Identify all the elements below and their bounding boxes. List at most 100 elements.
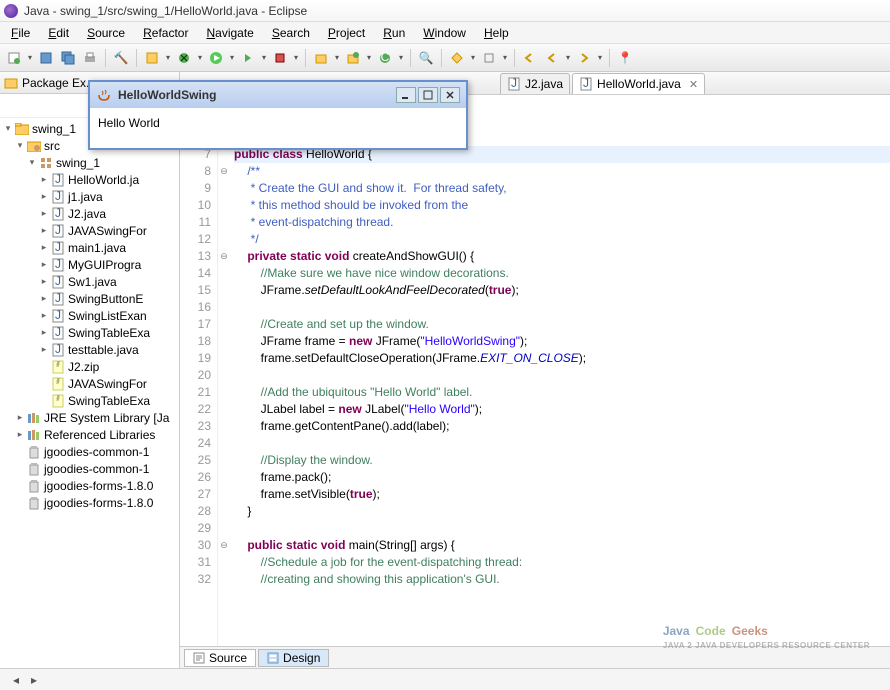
dropdown-icon[interactable]: ▾	[196, 53, 204, 62]
tree-twist-icon[interactable]: ▸	[38, 276, 50, 287]
last-edit-button[interactable]	[520, 48, 540, 68]
menu-help[interactable]: Help	[475, 26, 518, 40]
tree-item[interactable]: JAVASwingFor	[0, 375, 179, 392]
menu-refactor[interactable]: Refactor	[134, 26, 197, 40]
tree-twist-icon[interactable]: ▸	[38, 327, 50, 338]
tree-item[interactable]: ▸JJ2.java	[0, 205, 179, 222]
menu-edit[interactable]: Edit	[39, 26, 78, 40]
dropdown-icon[interactable]: ▾	[164, 53, 172, 62]
build-button[interactable]: 🔨	[111, 48, 131, 68]
tree-twist-icon[interactable]: ▸	[38, 259, 50, 270]
tree-item[interactable]: ▸JSwingButtonE	[0, 290, 179, 307]
show-list-button[interactable]: ◂	[8, 672, 24, 688]
tree-item[interactable]: ▸JHelloWorld.ja	[0, 171, 179, 188]
project-tree[interactable]: ▾swing_1▾src▾swing_1▸JHelloWorld.ja▸Jj1.…	[0, 118, 179, 668]
dropdown-icon[interactable]: ▾	[469, 53, 477, 62]
new-package-button[interactable]	[343, 48, 363, 68]
swing-titlebar[interactable]: HelloWorldSwing	[90, 82, 466, 108]
svg-text:J: J	[55, 241, 61, 254]
library-icon	[26, 428, 42, 442]
tree-item[interactable]: ▸JJAVASwingFor	[0, 222, 179, 239]
tree-item[interactable]: ▸Jj1.java	[0, 188, 179, 205]
dropdown-icon[interactable]: ▾	[397, 53, 405, 62]
tree-twist-icon[interactable]: ▸	[38, 242, 50, 253]
tree-item[interactable]: ▸Jtesttable.java	[0, 341, 179, 358]
bottom-tab-design[interactable]: Design	[258, 649, 329, 667]
menu-file[interactable]: File	[2, 26, 39, 40]
run-last-button[interactable]	[238, 48, 258, 68]
tree-item[interactable]: jgoodies-common-1	[0, 460, 179, 477]
close-icon[interactable]: ✕	[689, 78, 698, 91]
tree-item[interactable]: ▸Referenced Libraries	[0, 426, 179, 443]
tree-item[interactable]: jgoodies-forms-1.8.0	[0, 494, 179, 511]
dropdown-icon[interactable]: ▾	[365, 53, 373, 62]
save-button[interactable]	[36, 48, 56, 68]
tree-item[interactable]: ▸JMyGUIProgra	[0, 256, 179, 273]
tree-twist-icon[interactable]: ▸	[14, 429, 26, 440]
menu-search[interactable]: Search	[263, 26, 319, 40]
external-tools-button[interactable]	[270, 48, 290, 68]
fold-gutter[interactable]: ⊖⊖⊖	[218, 95, 230, 646]
new-class-button[interactable]: C	[375, 48, 395, 68]
editor-tab[interactable]: JJ2.java	[500, 73, 570, 94]
close-button[interactable]	[440, 87, 460, 103]
open-type-button[interactable]	[142, 48, 162, 68]
tree-twist-icon[interactable]: ▸	[38, 174, 50, 185]
toggle-mark-button[interactable]	[447, 48, 467, 68]
run-button[interactable]	[206, 48, 226, 68]
new-button[interactable]	[4, 48, 24, 68]
dropdown-icon[interactable]: ▾	[228, 53, 236, 62]
dropdown-icon[interactable]: ▾	[564, 53, 572, 62]
tree-twist-icon[interactable]: ▸	[38, 344, 50, 355]
menu-navigate[interactable]: Navigate	[197, 26, 262, 40]
tree-twist-icon[interactable]: ▸	[38, 293, 50, 304]
dropdown-icon[interactable]: ▾	[501, 53, 509, 62]
tree-item[interactable]: ▸Jmain1.java	[0, 239, 179, 256]
maximize-button[interactable]	[418, 87, 438, 103]
bottom-tab-source[interactable]: Source	[184, 649, 256, 667]
code-content[interactable]: import javax.swing.*;public class HelloW…	[230, 95, 890, 646]
forward-button[interactable]	[574, 48, 594, 68]
pin-button[interactable]: 📍	[615, 48, 635, 68]
tree-item-label: Sw1.java	[68, 275, 117, 289]
tree-twist-icon[interactable]: ▸	[38, 225, 50, 236]
menu-project[interactable]: Project	[319, 26, 374, 40]
menu-window[interactable]: Window	[414, 26, 475, 40]
debug-button[interactable]	[174, 48, 194, 68]
iconify-button[interactable]	[396, 87, 416, 103]
search-button[interactable]: 🔍	[416, 48, 436, 68]
dropdown-icon[interactable]: ▾	[292, 53, 300, 62]
tree-twist-icon[interactable]: ▸	[14, 412, 26, 423]
new-java-project-button[interactable]	[311, 48, 331, 68]
show-next-button[interactable]: ▸	[26, 672, 42, 688]
dropdown-icon[interactable]: ▾	[260, 53, 268, 62]
code-editor[interactable]: 4567891011121314151617181920212223242526…	[180, 95, 890, 646]
dropdown-icon[interactable]: ▾	[333, 53, 341, 62]
tree-twist-icon[interactable]: ▾	[2, 123, 14, 134]
back-button[interactable]	[542, 48, 562, 68]
tree-twist-icon[interactable]: ▸	[38, 208, 50, 219]
tree-twist-icon[interactable]: ▾	[26, 157, 38, 168]
dropdown-icon[interactable]: ▾	[596, 53, 604, 62]
menu-source[interactable]: Source	[78, 26, 134, 40]
tree-item[interactable]: J2.zip	[0, 358, 179, 375]
tree-twist-icon[interactable]: ▾	[14, 140, 26, 151]
tree-item[interactable]: ▸JSwingListExan	[0, 307, 179, 324]
tree-twist-icon[interactable]: ▸	[38, 191, 50, 202]
helloworldswing-window[interactable]: HelloWorldSwing Hello World	[88, 80, 468, 150]
save-all-button[interactable]	[58, 48, 78, 68]
dropdown-icon[interactable]: ▾	[26, 53, 34, 62]
svg-text:J: J	[55, 173, 61, 186]
tree-item[interactable]: ▸JSw1.java	[0, 273, 179, 290]
tree-item[interactable]: ▾swing_1	[0, 154, 179, 171]
tree-twist-icon[interactable]: ▸	[38, 310, 50, 321]
print-button[interactable]	[80, 48, 100, 68]
tree-item[interactable]: SwingTableExa	[0, 392, 179, 409]
annotation-button[interactable]	[479, 48, 499, 68]
menu-run[interactable]: Run	[374, 26, 414, 40]
tree-item[interactable]: jgoodies-forms-1.8.0	[0, 477, 179, 494]
tree-item[interactable]: jgoodies-common-1	[0, 443, 179, 460]
tree-item[interactable]: ▸JRE System Library [Ja	[0, 409, 179, 426]
editor-tab[interactable]: JHelloWorld.java✕	[572, 73, 705, 94]
tree-item[interactable]: ▸JSwingTableExa	[0, 324, 179, 341]
